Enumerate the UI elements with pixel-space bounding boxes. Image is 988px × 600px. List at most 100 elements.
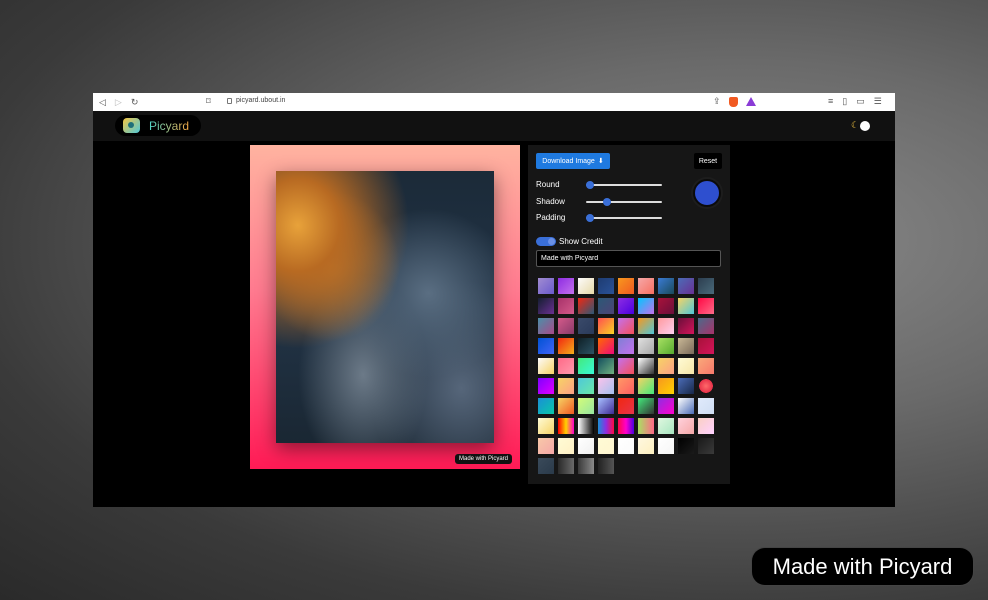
gradient-swatch[interactable] xyxy=(598,398,614,414)
gradient-swatch[interactable] xyxy=(598,378,614,394)
gradient-swatch[interactable] xyxy=(638,318,654,334)
gradient-swatch[interactable] xyxy=(558,358,574,374)
gradient-swatch[interactable] xyxy=(678,318,694,334)
back-icon[interactable]: ◁ xyxy=(99,97,106,108)
gradient-swatch[interactable] xyxy=(678,358,694,374)
gradient-swatch[interactable] xyxy=(638,298,654,314)
gradient-swatch[interactable] xyxy=(618,438,634,454)
playlist-icon[interactable]: ≡ xyxy=(828,96,833,107)
gradient-swatch[interactable] xyxy=(638,338,654,354)
gradient-swatch[interactable] xyxy=(598,318,614,334)
gradient-swatch[interactable] xyxy=(658,398,674,414)
gradient-swatch[interactable] xyxy=(658,418,674,434)
gradient-swatch[interactable] xyxy=(618,338,634,354)
gradient-swatch[interactable] xyxy=(638,278,654,294)
credit-text-input[interactable] xyxy=(536,250,721,267)
gradient-swatch[interactable] xyxy=(598,338,614,354)
wallet-icon[interactable]: ▭ xyxy=(856,96,865,107)
download-button[interactable]: Download Image ⬇ xyxy=(536,153,610,169)
gradient-swatch[interactable] xyxy=(578,418,594,434)
gradient-swatch[interactable] xyxy=(578,458,594,474)
gradient-swatch[interactable] xyxy=(598,298,614,314)
gradient-swatch[interactable] xyxy=(638,398,654,414)
gradient-swatch[interactable] xyxy=(558,418,574,434)
gradient-swatch[interactable] xyxy=(618,378,634,394)
gradient-swatch[interactable] xyxy=(658,358,674,374)
gradient-swatch[interactable] xyxy=(618,278,634,294)
gradient-swatch[interactable] xyxy=(698,378,714,394)
gradient-swatch[interactable] xyxy=(578,438,594,454)
gradient-swatch[interactable] xyxy=(698,358,714,374)
gradient-swatch[interactable] xyxy=(578,318,594,334)
gradient-swatch[interactable] xyxy=(538,458,554,474)
gradient-swatch[interactable] xyxy=(638,358,654,374)
gradient-swatch[interactable] xyxy=(638,418,654,434)
show-credit-switch[interactable] xyxy=(536,237,556,246)
gradient-swatch[interactable] xyxy=(598,458,614,474)
gradient-swatch[interactable] xyxy=(578,358,594,374)
gradient-swatch[interactable] xyxy=(658,278,674,294)
gradient-swatch[interactable] xyxy=(558,438,574,454)
gradient-swatch[interactable] xyxy=(678,438,694,454)
padding-slider-thumb[interactable] xyxy=(586,214,594,222)
gradient-swatch[interactable] xyxy=(678,378,694,394)
gradient-swatch[interactable] xyxy=(558,338,574,354)
gradient-swatch[interactable] xyxy=(698,398,714,414)
gradient-swatch[interactable] xyxy=(558,378,574,394)
gradient-swatch[interactable] xyxy=(598,418,614,434)
gradient-swatch[interactable] xyxy=(698,298,714,314)
gradient-swatch[interactable] xyxy=(538,418,554,434)
gradient-swatch[interactable] xyxy=(558,398,574,414)
reload-icon[interactable]: ↻ xyxy=(131,97,139,108)
gradient-swatch[interactable] xyxy=(618,358,634,374)
gradient-swatch[interactable] xyxy=(638,438,654,454)
color-picker[interactable] xyxy=(693,179,721,207)
forward-icon[interactable]: ▷ xyxy=(115,97,122,108)
gradient-swatch[interactable] xyxy=(618,418,634,434)
gradient-swatch[interactable] xyxy=(538,378,554,394)
reset-button[interactable]: Reset xyxy=(694,153,722,169)
gradient-swatch[interactable] xyxy=(638,378,654,394)
gradient-swatch[interactable] xyxy=(538,358,554,374)
gradient-swatch[interactable] xyxy=(698,318,714,334)
gradient-swatch[interactable] xyxy=(618,398,634,414)
bookmark-icon[interactable]: ⌑ xyxy=(206,96,211,107)
menu-icon[interactable]: ☰ xyxy=(874,96,882,107)
gradient-swatch[interactable] xyxy=(658,318,674,334)
gradient-swatch[interactable] xyxy=(558,458,574,474)
gradient-swatch[interactable] xyxy=(698,418,714,434)
gradient-swatch[interactable] xyxy=(578,398,594,414)
address-bar[interactable]: picyard.ubout.in xyxy=(227,97,285,104)
gradient-swatch[interactable] xyxy=(598,358,614,374)
gradient-swatch[interactable] xyxy=(658,438,674,454)
gradient-swatch[interactable] xyxy=(598,278,614,294)
gradient-swatch[interactable] xyxy=(578,278,594,294)
gradient-swatch[interactable] xyxy=(538,438,554,454)
gradient-swatch[interactable] xyxy=(538,278,554,294)
gradient-swatch[interactable] xyxy=(678,418,694,434)
gradient-swatch[interactable] xyxy=(578,378,594,394)
gradient-swatch[interactable] xyxy=(698,338,714,354)
round-slider[interactable] xyxy=(586,181,662,189)
sidebar-icon[interactable]: ▯ xyxy=(842,96,847,107)
gradient-swatch[interactable] xyxy=(618,298,634,314)
gradient-swatch[interactable] xyxy=(698,438,714,454)
gradient-swatch[interactable] xyxy=(558,298,574,314)
brave-rewards-icon[interactable] xyxy=(745,97,756,106)
gradient-swatch[interactable] xyxy=(598,438,614,454)
gradient-swatch[interactable] xyxy=(678,278,694,294)
padding-slider[interactable] xyxy=(586,214,662,222)
gradient-swatch[interactable] xyxy=(658,338,674,354)
gradient-swatch[interactable] xyxy=(578,338,594,354)
gradient-swatch[interactable] xyxy=(538,298,554,314)
brave-shield-icon[interactable] xyxy=(728,96,738,107)
gradient-swatch[interactable] xyxy=(698,278,714,294)
gradient-swatch[interactable] xyxy=(578,298,594,314)
gradient-swatch[interactable] xyxy=(658,378,674,394)
gradient-swatch[interactable] xyxy=(678,338,694,354)
gradient-swatch[interactable] xyxy=(558,278,574,294)
gradient-swatch[interactable] xyxy=(678,398,694,414)
share-icon[interactable]: ⇪ xyxy=(713,96,721,107)
round-slider-thumb[interactable] xyxy=(586,181,594,189)
gradient-swatch[interactable] xyxy=(558,318,574,334)
